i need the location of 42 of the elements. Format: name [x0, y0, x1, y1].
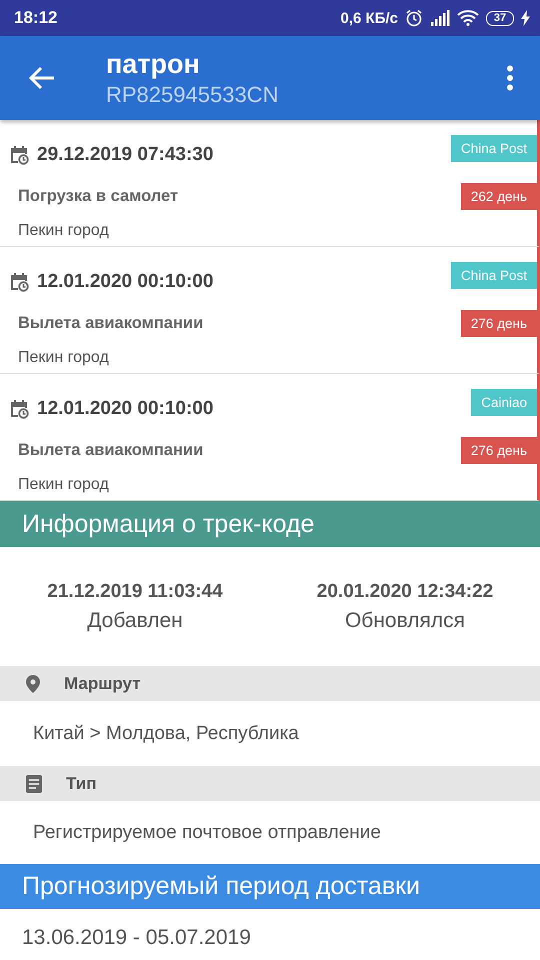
- event-location: Пекин город: [17, 222, 110, 240]
- event-status: Вылета авиакомпании: [17, 314, 204, 332]
- back-arrow-icon: [28, 66, 56, 90]
- carrier-tag: Cainiao: [471, 389, 537, 416]
- field-label: Маршрут: [64, 674, 141, 694]
- days-tag: 276 день: [460, 436, 537, 464]
- section-header: Прогнозируемый период доставки: [0, 864, 540, 909]
- calendar-clock-icon: [10, 399, 29, 419]
- field-label: Тип: [66, 774, 96, 794]
- days-tag: 276 день: [460, 310, 537, 336]
- signal-icon: [430, 10, 450, 26]
- event-datetime: 12.01.2020 00:10:00: [37, 271, 214, 293]
- document-icon: [26, 774, 42, 792]
- calendar-clock-icon: [10, 145, 29, 165]
- timestamp-label: Добавлен: [87, 608, 183, 632]
- more-vertical-icon: [506, 65, 514, 91]
- delivery-period: 13.06.2019 - 05.07.2019: [21, 924, 252, 950]
- tracking-number: RP825945533CN: [106, 82, 280, 108]
- clock: 18:12: [14, 8, 58, 28]
- event-status: Погрузка в самолет: [17, 186, 180, 206]
- event-location: Пекин город: [17, 476, 110, 494]
- field-value: Китай > Молдова, Республика: [32, 722, 300, 746]
- carrier-tag: China Post: [450, 135, 537, 162]
- field-value: Регистрируемое почтовое отправление: [32, 820, 382, 844]
- event-datetime: 29.12.2019 07:43:30: [37, 144, 214, 166]
- event-location: Пекин город: [17, 349, 110, 367]
- timestamp-value: 20.01.2020 12:34:22: [316, 580, 494, 602]
- timestamp-value: 21.12.2019 11:03:44: [47, 580, 223, 602]
- calendar-clock-icon: [10, 272, 29, 292]
- days-tag: 262 день: [460, 182, 537, 210]
- event-status: Вылета авиакомпании: [17, 440, 204, 460]
- timestamp-label: Обновлялся: [344, 608, 466, 632]
- charging-icon: [521, 10, 530, 26]
- battery-icon: 37: [486, 10, 514, 26]
- location-pin-icon: [26, 674, 40, 692]
- section-header: Информация о трек-коде: [0, 501, 540, 547]
- wifi-icon: [457, 10, 479, 26]
- event-datetime: 12.01.2020 00:10:00: [37, 398, 214, 420]
- screen-title: патрон: [106, 48, 201, 80]
- alarm-icon: [405, 9, 423, 27]
- carrier-tag: China Post: [450, 262, 537, 289]
- network-speed: 0,6 КБ/с: [340, 10, 398, 26]
